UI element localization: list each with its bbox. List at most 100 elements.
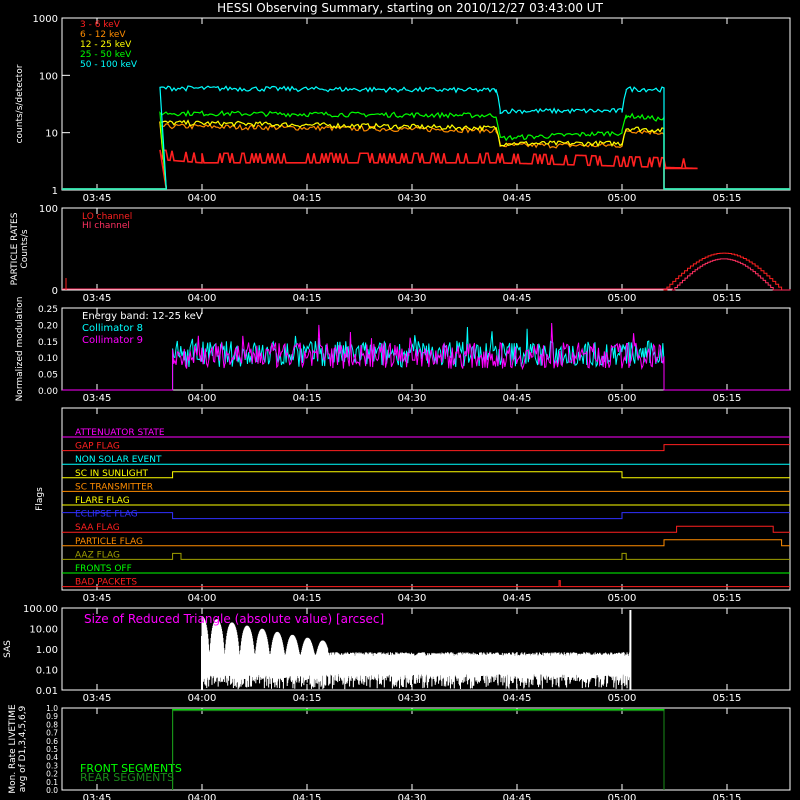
x-tick-label: 03:45 — [83, 693, 112, 704]
particle-rates-frame — [61, 207, 791, 291]
x-tick-label: 04:30 — [398, 693, 427, 704]
flag-label: SC IN SUNLIGHT — [75, 469, 149, 479]
flag-label: AAZ FLAG — [75, 550, 120, 560]
y-tick-label: 0.4 — [46, 753, 58, 762]
series-line-0 — [62, 252, 791, 291]
flag-label: ATTENUATOR STATE — [75, 428, 165, 438]
x-tick-label: 04:45 — [503, 793, 532, 800]
flag-line — [62, 444, 790, 452]
x-tick-label: 05:15 — [713, 193, 742, 204]
y-tick-label: 0.01 — [36, 686, 58, 697]
x-tick-label: 03:45 — [83, 293, 112, 304]
modulation-panel: 03:45 04:00 04:15 04:30 04:45 05:00 05:15 0.00 0… — [15, 297, 791, 404]
x-tick-label: 05:00 — [608, 193, 637, 204]
legend-entry: 25 - 50 keV — [80, 50, 132, 60]
livetime-ylabel: Mon. Rate LIVETIME — [8, 704, 18, 794]
legend-entry: 3 - 6 keV — [80, 20, 121, 30]
legend-entry: REAR SEGMENTS — [80, 771, 174, 784]
x-tick-label: 05:15 — [713, 593, 742, 604]
x-tick-label: 05:15 — [713, 793, 742, 800]
x-tick-label: 04:15 — [293, 693, 322, 704]
y-tick-label: 0 — [52, 286, 58, 297]
legend-entry: 12 - 25 keV — [80, 40, 132, 50]
legend-entry: 6 - 12 keV — [80, 30, 126, 40]
flag-label: SAA FLAG — [75, 523, 120, 533]
flag-line — [62, 525, 790, 533]
y-tick-label: 0.3 — [46, 761, 58, 770]
flag-label: NON SOLAR EVENT — [75, 455, 162, 465]
legend-entry: 50 - 100 keV — [80, 60, 138, 70]
y-tick-label: 0.15 — [38, 338, 58, 348]
flag-line — [62, 539, 790, 547]
x-tick-label: 04:00 — [188, 393, 217, 404]
flag-label: FRONTS OFF — [75, 564, 132, 574]
particle-rates-ylabel: PARTICLE RATES — [10, 212, 20, 285]
sas-panel: 03:45 04:00 04:15 04:30 04:45 05:00 05:15 0.01 0… — [3, 604, 791, 704]
x-tick-label: 05:00 — [608, 293, 637, 304]
livetime-ylabel: avg of D1,3,4,5,6,9 — [18, 705, 28, 792]
x-tick-label: 04:00 — [188, 793, 217, 800]
count-rates-panel: 03:45 04:00 04:15 04:30 04:45 05:00 05:15 1 10 10… — [15, 14, 791, 204]
x-tick-label: 05:15 — [713, 693, 742, 704]
y-tick-label: 0.9 — [46, 712, 58, 721]
flag-line — [62, 512, 790, 520]
flag-line — [62, 580, 790, 588]
x-tick-label: 05:00 — [608, 793, 637, 800]
y-tick-label: 0.8 — [46, 720, 58, 729]
x-tick-label: 04:00 — [188, 193, 217, 204]
y-tick-label: 1.00 — [36, 645, 58, 656]
y-tick-label: 1000 — [33, 14, 58, 25]
x-tick-label: 04:00 — [188, 293, 217, 304]
x-tick-label: 04:30 — [398, 793, 427, 800]
x-tick-label: 04:45 — [503, 593, 532, 604]
y-tick-label: 0.0 — [46, 786, 58, 795]
particle-rates-ylabel: Counts/s — [20, 229, 30, 268]
modulation-ylabel: Normalized modulation — [15, 297, 25, 402]
flag-label: FLARE FLAG — [75, 496, 130, 506]
x-tick-label: 04:15 — [293, 393, 322, 404]
series-line-0 — [172, 709, 665, 790]
legend-entry: Collimator 8 — [82, 323, 143, 334]
flag-label: GAP FLAG — [75, 442, 120, 452]
y-tick-label: 0.05 — [38, 371, 58, 381]
x-tick-label: 04:45 — [503, 293, 532, 304]
x-tick-label: 05:15 — [713, 293, 742, 304]
series-line-4 — [62, 85, 790, 190]
x-tick-label: 05:15 — [713, 393, 742, 404]
series-line-1 — [62, 258, 791, 291]
y-tick-label: 0.6 — [46, 737, 58, 746]
y-tick-label: 0.00 — [38, 387, 58, 397]
series-line-0 — [62, 149, 790, 190]
y-tick-label: 0.1 — [46, 778, 58, 787]
sas-annotation: Size of Reduced Triangle (absolute value… — [84, 612, 384, 626]
x-tick-label: 03:45 — [83, 593, 112, 604]
y-tick-label: 0.20 — [38, 321, 58, 331]
x-tick-label: 04:30 — [398, 193, 427, 204]
count-rates-ylabel: counts/s/detector — [15, 64, 25, 143]
legend-entry: HI channel — [82, 221, 130, 231]
count-rates-frame — [61, 17, 791, 191]
x-tick-label: 04:15 — [293, 293, 322, 304]
x-tick-label: 04:00 — [188, 693, 217, 704]
particle-rates-panel: 03:45 04:00 04:15 04:30 04:45 05:00 05:15 0 100 P… — [10, 204, 791, 304]
y-tick-label: 0.2 — [46, 770, 58, 779]
livetime-panel: 03:45 04:00 04:15 04:30 04:45 05:00 05:150.00.… — [8, 704, 791, 800]
hessi-summary-figure: HESSI Observing Summary, starting on 201… — [3, 1, 791, 800]
flag-label: PARTICLE FLAG — [75, 537, 143, 547]
y-tick-label: 100.00 — [23, 604, 58, 615]
y-tick-label: 0.5 — [46, 745, 58, 754]
x-tick-label: 04:30 — [398, 393, 427, 404]
x-tick-label: 04:45 — [503, 393, 532, 404]
x-tick-label: 03:45 — [83, 393, 112, 404]
x-tick-label: 04:45 — [503, 693, 532, 704]
x-tick-label: 03:45 — [83, 193, 112, 204]
y-tick-label: 0.10 — [36, 666, 58, 677]
series-line-1 — [172, 710, 665, 790]
flag-line — [62, 471, 790, 479]
y-tick-label: 0.10 — [38, 354, 58, 364]
energy-band-annotation: Energy band: 12-25 keV — [82, 311, 203, 322]
flag-label: BAD PACKETS — [75, 578, 137, 588]
y-tick-label: 100 — [39, 204, 58, 215]
x-tick-label: 04:45 — [503, 193, 532, 204]
legend-entry: Collimator 9 — [82, 335, 143, 346]
